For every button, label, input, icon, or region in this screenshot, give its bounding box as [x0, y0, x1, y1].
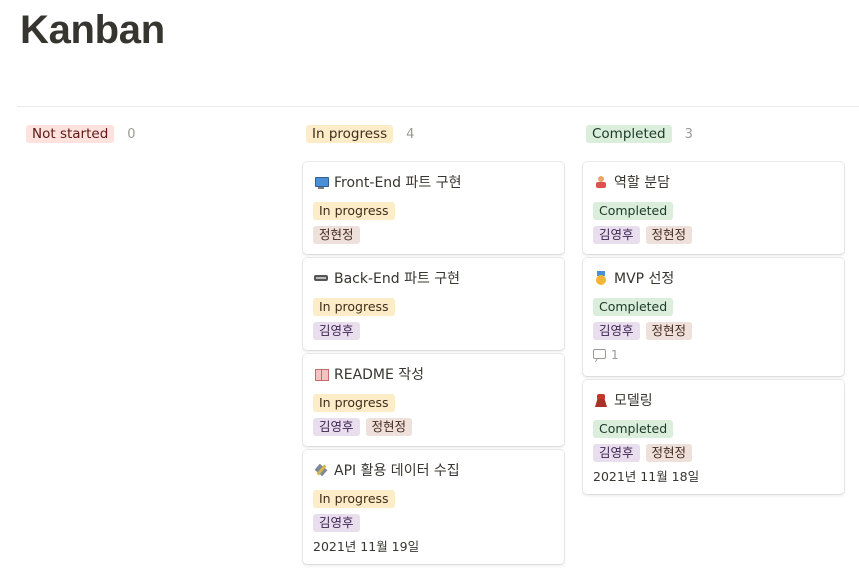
- person-tag: 김영후: [593, 444, 640, 462]
- kanban-card[interactable]: Front-End 파트 구현 In progress 정현정: [303, 162, 564, 254]
- card-title: 모델링: [614, 393, 653, 409]
- person-tag: 김영후: [313, 514, 360, 532]
- column-completed: Completed 3 역할 분담 Completed 김영후 정현정 MVP …: [583, 123, 844, 494]
- card-date: 2021년 11월 19일: [313, 539, 420, 554]
- column-header[interactable]: Not started 0: [26, 123, 136, 145]
- card-title: Back-End 파트 구현: [334, 271, 461, 287]
- column-header[interactable]: In progress 4: [306, 123, 414, 145]
- column-count: 3: [684, 126, 693, 142]
- kanban-card[interactable]: MVP 선정 Completed 김영후 정현정 1: [583, 258, 844, 376]
- kanban-card[interactable]: Back-End 파트 구현 In progress 김영후: [303, 258, 564, 350]
- title-divider: [17, 106, 859, 107]
- book-icon: [314, 367, 329, 381]
- person-tag: 정현정: [365, 418, 413, 436]
- person-tag: 김영후: [313, 418, 360, 436]
- person-tag: 정현정: [645, 322, 693, 340]
- status-badge: In progress: [313, 298, 395, 316]
- dress-icon: [594, 393, 608, 407]
- card-title: API 활용 데이터 수집: [334, 463, 460, 479]
- card-title: MVP 선정: [614, 271, 675, 287]
- status-badge: In progress: [313, 394, 395, 412]
- comment-count[interactable]: 1: [593, 346, 834, 364]
- wrestling-icon: [594, 175, 608, 189]
- satellite-icon: [314, 463, 328, 477]
- column-not-started: Not started 0: [26, 123, 136, 145]
- column-in-progress: In progress 4 Front-End 파트 구현 In progres…: [303, 123, 564, 564]
- kanban-card[interactable]: 역할 분담 Completed 김영후 정현정: [583, 162, 844, 254]
- status-badge: Completed: [593, 202, 674, 220]
- comment-icon: [593, 349, 607, 361]
- person-tag: 정현정: [645, 444, 693, 462]
- column-count: 4: [406, 126, 415, 142]
- monitor-icon: [314, 175, 329, 189]
- person-tag: 김영후: [313, 322, 360, 340]
- card-title: 역할 분담: [614, 175, 670, 191]
- status-badge: In progress: [313, 202, 395, 220]
- person-tag: 김영후: [593, 322, 640, 340]
- comment-count-value: 1: [611, 348, 619, 362]
- page-title: Kanban: [20, 8, 165, 52]
- column-status-label: Completed: [586, 125, 672, 143]
- status-badge: Completed: [593, 420, 674, 438]
- column-status-label: Not started: [26, 125, 115, 143]
- card-date: 2021년 11월 18일: [593, 469, 700, 484]
- column-count: 0: [127, 126, 136, 142]
- status-badge: In progress: [313, 490, 395, 508]
- person-tag: 정현정: [313, 226, 360, 244]
- person-tag: 정현정: [645, 226, 693, 244]
- column-header[interactable]: Completed 3: [586, 123, 693, 145]
- card-title: Front-End 파트 구현: [334, 175, 462, 191]
- status-badge: Completed: [593, 298, 674, 316]
- kanban-card[interactable]: API 활용 데이터 수집 In progress 김영후 2021년 11월 …: [303, 450, 564, 564]
- keyboard-icon: [314, 271, 328, 285]
- column-status-label: In progress: [306, 125, 394, 143]
- kanban-card[interactable]: README 작성 In progress 김영후 정현정: [303, 354, 564, 446]
- kanban-card[interactable]: 모델링 Completed 김영후 정현정 2021년 11월 18일: [583, 380, 844, 494]
- card-title: README 작성: [334, 367, 425, 383]
- medal-icon: [594, 271, 608, 285]
- person-tag: 김영후: [593, 226, 640, 244]
